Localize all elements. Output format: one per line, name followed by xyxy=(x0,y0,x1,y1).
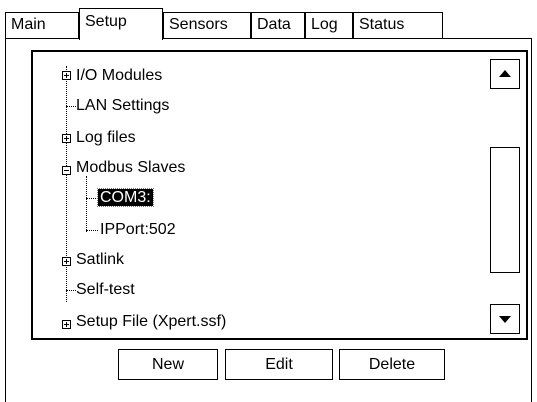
tab-data[interactable]: Data xyxy=(251,12,305,38)
tab-status[interactable]: Status xyxy=(353,12,443,38)
tab-label: Sensors xyxy=(169,16,228,33)
tree-connector xyxy=(86,176,87,232)
scroll-up-arrow-icon[interactable] xyxy=(490,59,520,89)
scroll-down-arrow-icon[interactable] xyxy=(490,304,520,334)
tab-log[interactable]: Log xyxy=(305,12,353,38)
tree-item-log-files[interactable]: Log files xyxy=(76,124,136,152)
expand-icon[interactable] xyxy=(62,257,71,266)
tree-item-self-test[interactable]: Self-test xyxy=(76,276,135,304)
tree-connector xyxy=(86,230,98,231)
tree-item-lan-settings[interactable]: LAN Settings xyxy=(76,92,169,120)
tree-item-label: Log files xyxy=(76,129,136,146)
tree-scrollbar[interactable] xyxy=(488,59,522,334)
tab-main[interactable]: Main xyxy=(5,12,79,38)
tree-item-com3[interactable]: COM3: xyxy=(97,184,154,212)
tree-item-ipport[interactable]: IPPort:502 xyxy=(100,216,176,244)
tree-item-satlink[interactable]: Satlink xyxy=(76,246,124,274)
tree-connector xyxy=(66,290,76,291)
tree-item-label: Self-test xyxy=(76,281,135,298)
edit-button[interactable]: Edit xyxy=(225,349,333,380)
tree-item-modbus-slaves[interactable]: Modbus Slaves xyxy=(76,154,185,182)
tree-item-label: COM3: xyxy=(97,188,154,207)
tab-setup[interactable]: Setup xyxy=(79,8,163,40)
tree-item-label: LAN Settings xyxy=(76,97,170,114)
tab-label: Data xyxy=(257,16,291,33)
new-button[interactable]: New xyxy=(118,349,218,380)
tree-item-setup-file[interactable]: Setup File (Xpert.ssf) xyxy=(76,308,226,336)
tree-connector xyxy=(66,106,76,107)
tree-item-label: I/O Modules xyxy=(76,67,163,84)
tree-item-label: Satlink xyxy=(76,251,125,268)
expand-icon[interactable] xyxy=(62,71,71,80)
collapse-icon[interactable] xyxy=(62,166,71,175)
tab-label: Setup xyxy=(85,13,127,30)
delete-button[interactable]: Delete xyxy=(339,349,445,380)
tree-item-label: Setup File (Xpert.ssf) xyxy=(76,313,227,330)
tab-label: Status xyxy=(359,16,405,33)
tree-connector xyxy=(66,66,67,302)
tree-item-label: Modbus Slaves xyxy=(76,159,186,176)
tree-item-label: IPPort:502 xyxy=(100,221,176,238)
tree-item-io-modules[interactable]: I/O Modules xyxy=(76,62,162,90)
tab-label: Log xyxy=(311,16,338,33)
expand-icon[interactable] xyxy=(62,320,71,329)
tab-sensors[interactable]: Sensors xyxy=(163,12,251,38)
tree-connector xyxy=(86,198,98,199)
expand-icon[interactable] xyxy=(62,134,71,143)
scroll-thumb[interactable] xyxy=(490,147,520,273)
tab-label: Main xyxy=(11,16,46,33)
